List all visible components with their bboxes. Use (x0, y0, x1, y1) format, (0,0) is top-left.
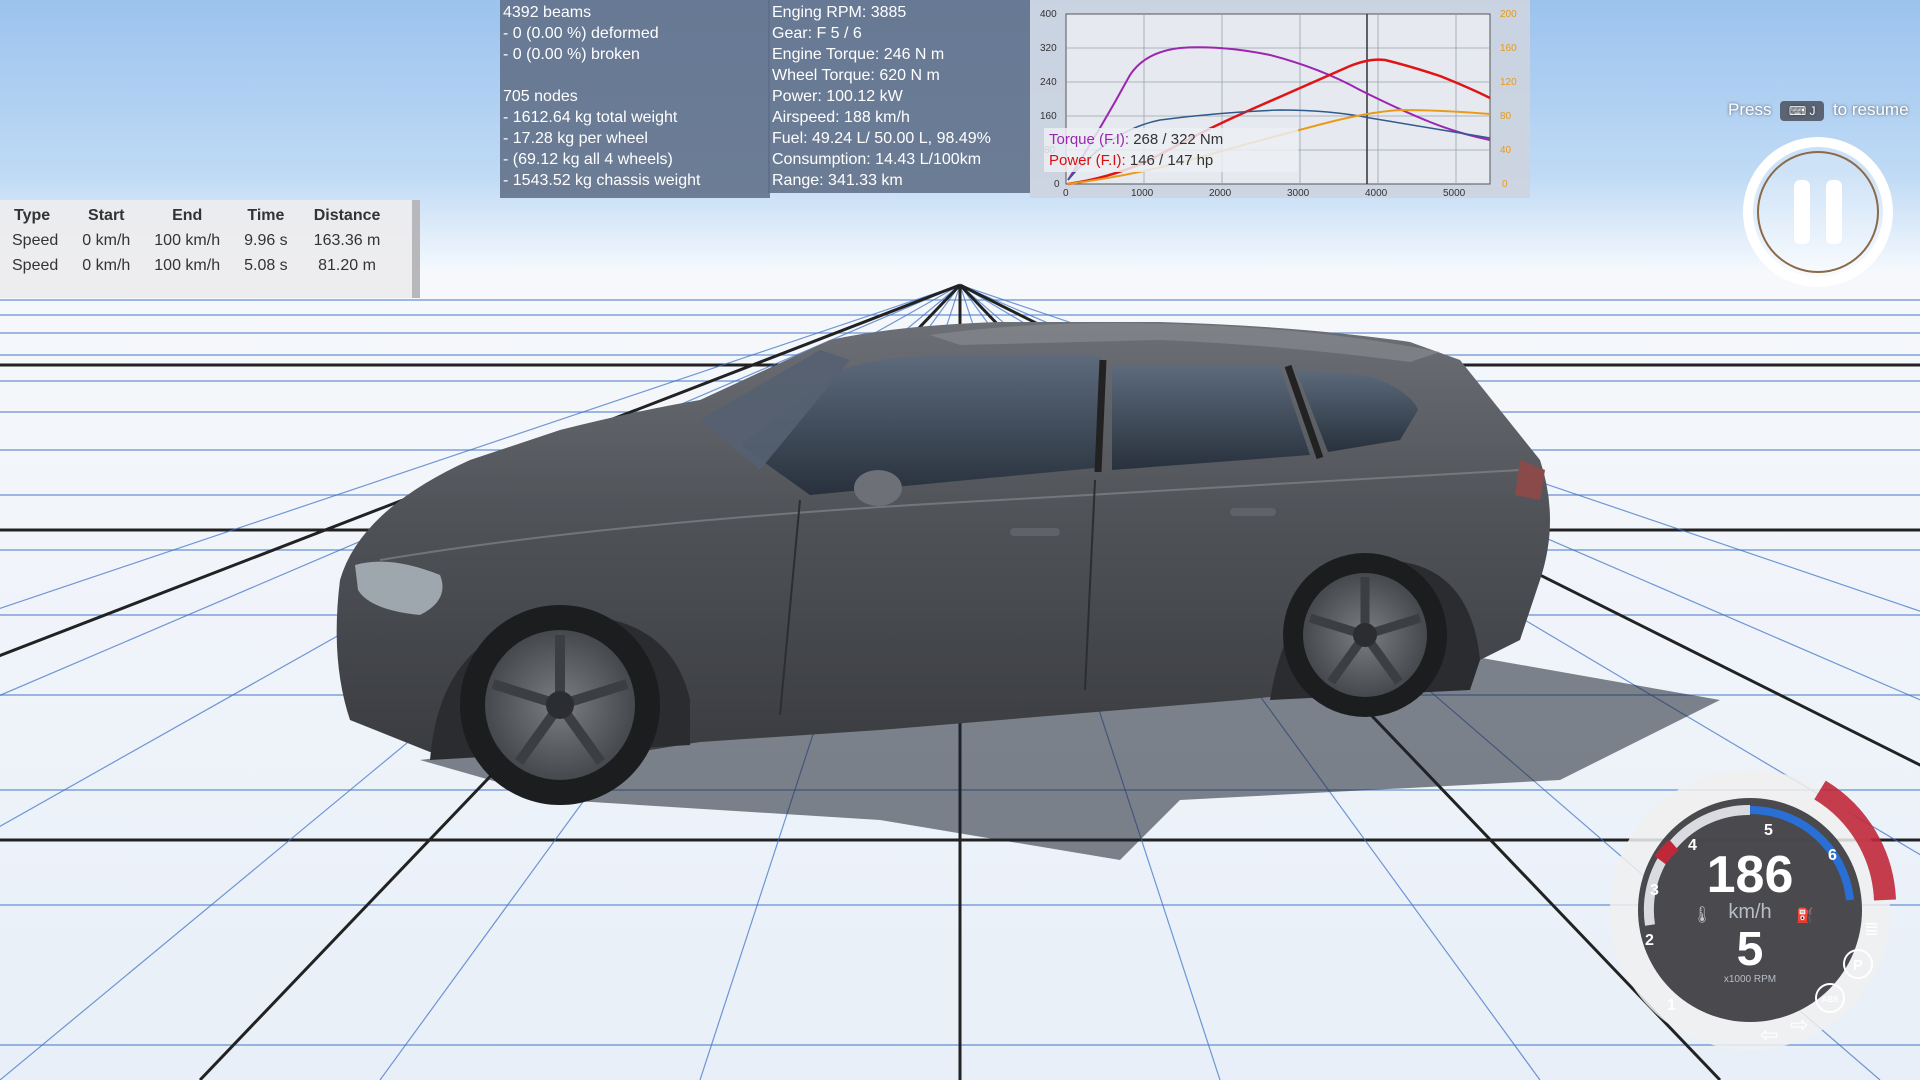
left-signal-icon: ⇦ (1760, 1022, 1778, 1047)
resume-suffix-text: to resume (1832, 100, 1909, 119)
legend-torque-label: Torque (F.I): (1049, 131, 1130, 148)
engine-stat-line: Wheel Torque: 620 N m (772, 67, 940, 84)
engine-stat-line: Range: 341.33 km (772, 172, 903, 189)
resume-key-label: J (1809, 103, 1816, 118)
engine-stats-panel: Enging RPM: 3885 Gear: F 5 / 6 Engine To… (768, 0, 1030, 193)
x-tick: 3000 (1287, 188, 1310, 198)
col-header-start: Start (88, 207, 125, 224)
rpm-tick: 1 (1667, 997, 1676, 1014)
beam-stat-line (503, 65, 770, 86)
legend-power: Power (F.I): 146 / 147 hp (1049, 150, 1293, 171)
right-tick: 0 (1502, 179, 1508, 190)
left-tick: 0 (1054, 179, 1060, 190)
resume-hint: Press ⌨ J to resume (1728, 100, 1920, 128)
resume-key: ⌨ J (1780, 100, 1825, 121)
cell-type: Speed (12, 231, 59, 249)
engine-stat-line: Power: 100.12 kW (772, 88, 903, 105)
cell-end: 100 km/h (154, 231, 221, 249)
torque-graph-legend: Torque (F.I): 268 / 322 Nm Power (F.I): … (1044, 128, 1298, 172)
left-tick: 400 (1040, 9, 1057, 20)
speed-readout: 186 (1707, 846, 1794, 904)
x-tick: 1000 (1131, 188, 1154, 198)
beam-stat-line: - 0 (0.00 %) broken (503, 46, 640, 63)
right-tick: 40 (1500, 145, 1512, 156)
resume-press-text: Press (1728, 100, 1772, 119)
cell-time: 9.96 s (244, 231, 288, 249)
cell-start: 0 km/h (82, 231, 131, 249)
pause-button[interactable] (1742, 136, 1894, 288)
headlight-icon: ≣ (1864, 919, 1879, 939)
acceleration-timer-table: Type Start End Time Distance Speed 0 km/… (0, 200, 420, 298)
beam-stat-line: - (69.12 kg all 4 wheels) (503, 151, 673, 168)
table-header-row: Type Start End Time Distance (0, 204, 394, 228)
keyboard-icon: ⌨ (1788, 103, 1807, 118)
x-tick: 4000 (1365, 188, 1388, 198)
engine-stat-line: Gear: F 5 / 6 (772, 25, 862, 42)
gear-readout: 5 (1737, 923, 1764, 976)
cell-distance: 163.36 m (313, 231, 381, 249)
rpm-tick: 2 (1645, 932, 1654, 949)
legend-torque-value: 268 / 322 Nm (1133, 131, 1224, 148)
fuel-icon: ⛽ (1796, 907, 1813, 924)
abs-label: ABS (1822, 995, 1840, 1004)
cell-start: 0 km/h (82, 256, 131, 274)
cell-type: Speed (12, 256, 59, 274)
cell-distance: 81.20 m (318, 256, 376, 274)
col-header-end: End (172, 207, 203, 224)
table-scrollbar[interactable] (412, 200, 420, 298)
engine-stat-line: Consumption: 14.43 L/100km (772, 151, 982, 168)
legend-torque: Torque (F.I): 268 / 322 Nm (1049, 129, 1293, 150)
engine-stat-line: Enging RPM: 3885 (772, 4, 907, 21)
col-header-type: Type (14, 207, 51, 224)
rpm-tick: 3 (1650, 882, 1659, 899)
right-tick: 200 (1500, 9, 1517, 20)
beam-stat-line: - 1543.52 kg chassis weight (503, 172, 701, 189)
left-tick: 240 (1040, 77, 1057, 88)
left-tick: 160 (1040, 111, 1057, 122)
table-row: Speed 0 km/h 100 km/h 5.08 s 81.20 m (0, 253, 394, 278)
beam-stat-line: - 1612.64 kg total weight (503, 109, 678, 126)
col-header-distance: Distance (313, 207, 381, 224)
engine-stat-line: Engine Torque: 246 N m (772, 46, 945, 63)
engine-stat-line: Fuel: 49.24 L/ 50.00 L, 98.49% (772, 130, 991, 147)
right-tick: 80 (1500, 111, 1512, 122)
table-row: Speed 0 km/h 100 km/h 9.96 s 163.36 m (0, 228, 394, 253)
legend-power-value: 146 / 147 hp (1129, 152, 1214, 169)
rpm-unit-label: x1000 RPM (1724, 974, 1776, 985)
engine-stat-line: Airspeed: 188 km/h (772, 109, 910, 126)
cell-end: 100 km/h (154, 256, 221, 274)
rpm-tick: 4 (1688, 837, 1697, 854)
col-header-time: Time (247, 207, 285, 224)
right-tick: 160 (1500, 43, 1517, 54)
acceleration-table: Type Start End Time Distance Speed 0 km/… (0, 204, 394, 278)
x-tick: 0 (1063, 188, 1069, 198)
temperature-icon: 🌡 (1692, 906, 1712, 924)
beam-stat-line: 4392 beams (503, 4, 592, 21)
cell-time: 5.08 s (244, 256, 288, 274)
x-tick: 5000 (1443, 188, 1466, 198)
parking-label: P (1853, 957, 1863, 974)
right-tick: 120 (1500, 77, 1517, 88)
x-tick: 2000 (1209, 188, 1232, 198)
rpm-tick: 5 (1764, 822, 1773, 839)
right-signal-icon: ⇨ (1790, 1012, 1808, 1037)
speed-unit: km/h (1728, 901, 1771, 923)
beam-stats-panel: 4392 beams - 0 (0.00 %) deformed - 0 (0.… (500, 0, 770, 198)
beam-stat-line: - 17.28 kg per wheel (503, 130, 648, 147)
legend-power-label: Power (F.I): (1049, 152, 1126, 169)
pause-icon (1743, 137, 1893, 287)
rpm-tick: 6 (1828, 847, 1837, 864)
beam-stat-line: 705 nodes (503, 88, 578, 105)
left-tick: 320 (1040, 43, 1057, 54)
speedometer-gauge: 1 2 3 4 5 6 186 km/h 5 x1000 RPM 🌡 ⛽ ≣ P… (1610, 770, 1896, 1050)
beam-stat-line: - 0 (0.00 %) deformed (503, 25, 659, 42)
